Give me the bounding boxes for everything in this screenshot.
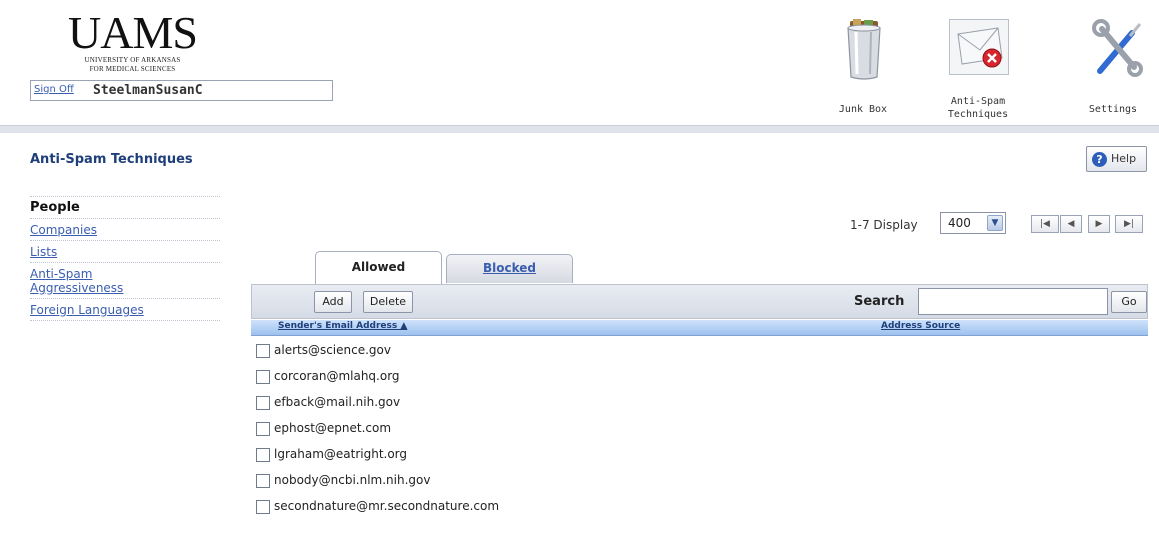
row-checkbox[interactable] <box>256 422 270 436</box>
column-address-source[interactable]: Address Source <box>881 321 960 331</box>
table-row: corcoran@mlahq.org <box>256 368 856 394</box>
row-email: ephost@epnet.com <box>274 421 392 435</box>
settings-label: Settings <box>1088 104 1138 115</box>
search-input[interactable] <box>918 288 1108 315</box>
prev-page-icon[interactable]: ◀ <box>1060 215 1082 233</box>
sidebar-divider <box>30 320 220 321</box>
row-email: corcoran@mlahq.org <box>274 369 400 383</box>
trash-can-icon <box>840 19 888 80</box>
row-email: lgraham@eatright.org <box>274 447 408 461</box>
row-checkbox[interactable] <box>256 370 270 384</box>
wrench-screwdriver-icon <box>1090 19 1143 77</box>
table-row: secondnature@mr.secondnature.com <box>256 498 856 524</box>
sidebar-item-lists[interactable]: Lists <box>30 241 220 262</box>
column-sender-email[interactable]: Sender's Email Address ▲ <box>278 321 407 331</box>
chevron-down-icon: ▼ <box>987 215 1003 231</box>
logo-subtitle-line2: FOR MEDICAL SCIENCES <box>89 65 176 73</box>
go-button[interactable]: Go <box>1111 291 1147 313</box>
tab-blocked[interactable]: Blocked <box>446 254 573 283</box>
header-divider <box>0 125 1159 133</box>
email-list: alerts@science.gov corcoran@mlahq.org ef… <box>256 342 856 524</box>
table-row: nobody@ncbi.nlm.nih.gov <box>256 472 856 498</box>
row-checkbox[interactable] <box>256 474 270 488</box>
sidebar-item-foreign-languages[interactable]: Foreign Languages <box>30 299 220 320</box>
first-page-icon[interactable]: |◀ <box>1031 215 1059 233</box>
app-header: UAMS UNIVERSITY OF ARKANSAS FOR MEDICAL … <box>0 0 1159 133</box>
settings-button[interactable]: Settings <box>1068 15 1158 127</box>
junk-box-label: Junk Box <box>838 104 888 115</box>
row-checkbox[interactable] <box>256 396 270 410</box>
row-checkbox[interactable] <box>256 500 270 514</box>
table-row: lgraham@eatright.org <box>256 446 856 472</box>
help-label: Help <box>1111 152 1137 165</box>
display-count-select[interactable]: 400 ▼ <box>940 212 1006 234</box>
list-toolbar: Add Delete Search Go <box>251 284 1148 319</box>
row-email: secondnature@mr.secondnature.com <box>274 499 500 513</box>
envelope-block-icon <box>949 19 1009 75</box>
sidebar-item-anti-spam-aggressiveness[interactable]: Anti-Spam Aggressiveness <box>30 263 170 298</box>
add-button[interactable]: Add <box>314 291 352 313</box>
sidebar-item-companies[interactable]: Companies <box>30 219 220 240</box>
sidebar-nav: People Companies Lists Anti-Spam Aggress… <box>30 196 220 321</box>
row-email: efback@mail.nih.gov <box>274 395 401 409</box>
row-email: nobody@ncbi.nlm.nih.gov <box>274 473 431 487</box>
row-email: alerts@science.gov <box>274 343 391 357</box>
delete-button[interactable]: Delete <box>363 291 413 313</box>
sidebar-item-people[interactable]: People <box>30 197 220 218</box>
last-page-icon[interactable]: ▶| <box>1115 215 1143 233</box>
logo-wordmark: UAMS <box>68 7 198 58</box>
table-row: alerts@science.gov <box>256 342 856 368</box>
junk-box-button[interactable]: Junk Box <box>818 15 908 127</box>
help-button[interactable]: ? Help <box>1086 146 1147 172</box>
search-label: Search <box>854 294 905 309</box>
help-icon: ? <box>1092 152 1107 167</box>
table-header: Sender's Email Address ▲ Address Source <box>251 320 1148 336</box>
display-count-value: 400 <box>948 216 971 230</box>
pager-info: 1-7 Display <box>850 218 918 232</box>
next-page-icon[interactable]: ▶ <box>1088 215 1110 233</box>
anti-spam-techniques-button[interactable]: Anti-Spam Techniques <box>933 15 1023 127</box>
sign-off-link[interactable]: Sign Off <box>34 84 74 95</box>
table-row: efback@mail.nih.gov <box>256 394 856 420</box>
row-checkbox[interactable] <box>256 448 270 462</box>
table-row: ephost@epnet.com <box>256 420 856 446</box>
uams-logo: UAMS UNIVERSITY OF ARKANSAS FOR MEDICAL … <box>60 10 205 80</box>
row-checkbox[interactable] <box>256 344 270 358</box>
tab-allowed[interactable]: Allowed <box>315 251 442 285</box>
anti-spam-techniques-label: Anti-Spam Techniques <box>947 96 1009 120</box>
user-bar: Sign Off SteelmanSusanC <box>30 80 333 101</box>
username-label: SteelmanSusanC <box>93 83 203 98</box>
page-title: Anti-Spam Techniques <box>30 152 193 167</box>
